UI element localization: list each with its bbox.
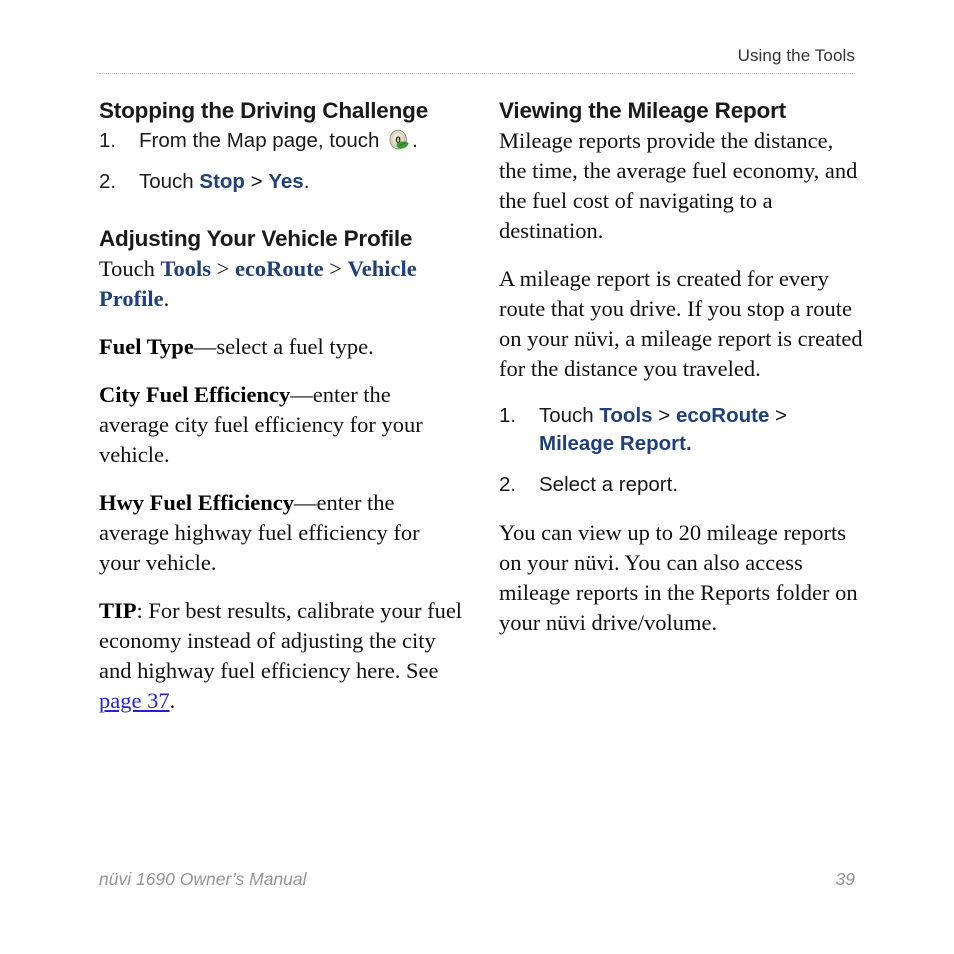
ui-term-ecoroute: ecoRoute (234, 256, 324, 281)
mileage-storage-paragraph: You can view up to 20 mileage reports on… (499, 520, 858, 635)
definition-fuel-type: Fuel Type—select a fuel type. (99, 332, 465, 362)
term-definition: —select a fuel type. (193, 334, 374, 359)
mileage-created-paragraph: A mileage report is created for every ro… (499, 266, 863, 381)
path-separator: > (211, 256, 235, 281)
step-number: 1. (99, 129, 117, 152)
path-separator: > (323, 256, 348, 281)
step-text-after: . (303, 170, 310, 193)
term-label: Hwy Fuel Efficiency (99, 490, 294, 515)
manual-page: Using the Tools Stopping the Driving Cha… (0, 0, 954, 954)
step-text: From the Map page, touch (139, 129, 380, 152)
page-reference-link[interactable]: page 37 (99, 688, 170, 713)
mileage-intro-paragraph: Mileage reports provide the distance, th… (499, 128, 858, 243)
ui-term-stop: Stop (199, 170, 245, 193)
path-separator: > (769, 404, 788, 427)
step-text: Touch (139, 170, 200, 193)
definition-hwy-fuel-efficiency: Hwy Fuel Efficiency—enter the average hi… (99, 488, 465, 578)
list-item: 2. Touch Stop > Yes. (99, 168, 465, 196)
tip-label: TIP (99, 598, 137, 623)
right-column: Viewing the Mileage Report Mileage repor… (499, 96, 865, 656)
step-number: 2. (499, 473, 517, 496)
step-text-after: . (412, 129, 418, 152)
tip-text-after: . (169, 688, 176, 713)
ecoroute-leaf-gauge-icon: 0 (386, 128, 411, 153)
ui-term-mileage-report: Mileage Report. (539, 432, 692, 455)
term-label: Fuel Type (99, 334, 194, 359)
definition-city-fuel-efficiency: City Fuel Efficiency—enter the average c… (99, 380, 465, 470)
ui-term-ecoroute: ecoRoute (675, 404, 770, 427)
footer-page-number: 39 (835, 869, 855, 889)
running-head: Using the Tools (737, 46, 855, 65)
ui-term-yes: Yes (268, 170, 304, 193)
footer-manual-title: nüvi 1690 Owner’s Manual (99, 869, 307, 889)
tip-paragraph: TIP: For best results, calibrate your fu… (99, 596, 465, 716)
list-item: 2. Select a report. (499, 471, 865, 499)
tip-text: : For best results, calibrate your fuel … (99, 598, 463, 683)
list-item: 1. Touch Tools > ecoRoute > Mileage Repor… (499, 402, 865, 458)
term-label: City Fuel Efficiency (99, 382, 291, 407)
step-number: 2. (99, 170, 117, 193)
path-separator: > (244, 170, 269, 193)
section-heading-viewing-mileage-report: Viewing the Mileage Report (499, 98, 786, 123)
section-heading-adjusting-vehicle-profile: Adjusting Your Vehicle Profile (99, 226, 413, 251)
vehicle-profile-path: Touch Tools > ecoRoute > Vehicle Profile… (99, 254, 465, 314)
path-intro: Touch (99, 256, 161, 281)
list-item: 1. From the Map page, touch 0 . (99, 127, 465, 155)
ui-term-tools: Tools (160, 256, 211, 281)
section-heading-stopping-driving-challenge: Stopping the Driving Challenge (99, 98, 429, 123)
ui-term-tools: Tools (599, 404, 653, 427)
step-text: Select a report. (539, 473, 679, 496)
step-text: Touch (539, 404, 600, 427)
steps-list-mileage-report: 1. Touch Tools > ecoRoute > Mileage Repor… (499, 402, 865, 499)
step-number: 1. (499, 404, 517, 427)
path-separator: > (652, 404, 676, 427)
left-column: Stopping the Driving Challenge 1. From th… (99, 96, 465, 716)
header-divider (99, 73, 855, 74)
steps-list-stopping-challenge: 1. From the Map page, touch 0 . 2. Touch… (99, 127, 465, 196)
path-end: . (163, 286, 170, 311)
